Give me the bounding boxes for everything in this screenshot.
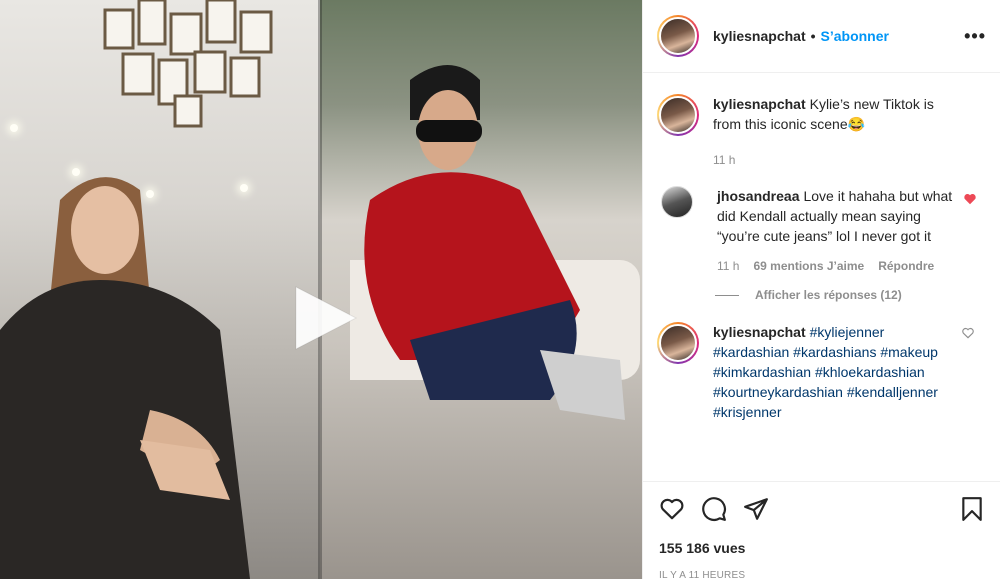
post-header: kyliesnapchat • S’abonner ••• — [643, 0, 1000, 73]
video-left-panel — [0, 0, 320, 579]
avatar[interactable] — [657, 15, 699, 57]
hashtag-link[interactable]: #kimkardashian — [713, 364, 811, 380]
play-icon[interactable] — [290, 283, 360, 353]
more-options-icon[interactable]: ••• — [964, 26, 986, 47]
hashtag-link[interactable]: #kendalljenner — [847, 384, 938, 400]
comment-author[interactable]: kyliesnapchat — [713, 324, 806, 340]
hashtag-link[interactable]: #kardashians — [793, 344, 876, 360]
share-icon[interactable] — [743, 496, 769, 522]
avatar[interactable] — [661, 186, 693, 218]
view-replies-label: Afficher les réponses (12) — [755, 288, 902, 302]
caption-author[interactable]: kyliesnapchat — [713, 96, 806, 112]
replies-line — [715, 294, 739, 296]
comment-item: jhosandreaa Love it hahaha but what did K… — [661, 186, 987, 274]
hashtag-link[interactable]: #kardashian — [713, 344, 789, 360]
person-left-image — [0, 177, 250, 579]
post-timestamp[interactable]: IL Y A 11 HEURES — [659, 570, 985, 579]
view-replies-button[interactable]: Afficher les réponses (12) — [715, 288, 987, 302]
reply-button[interactable]: Répondre — [878, 258, 934, 274]
comment-author[interactable]: jhosandreaa — [717, 188, 799, 204]
caption-time[interactable]: 11 h — [713, 152, 735, 168]
video-player[interactable] — [0, 0, 642, 579]
hashtag-link[interactable]: #khloekardashian — [815, 364, 925, 380]
caption: kyliesnapchat Kylie’s new Tiktok is from … — [657, 94, 987, 168]
chandelier-image — [103, 0, 273, 128]
follow-button[interactable]: S’abonner — [821, 28, 889, 44]
comment-likes[interactable]: 69 mentions J’aime — [753, 258, 864, 274]
comments-list[interactable]: kyliesnapchat Kylie’s new Tiktok is from … — [643, 74, 1000, 481]
view-count[interactable]: 155 186 vues — [659, 540, 985, 556]
ceiling-light — [10, 124, 18, 132]
hashtag-link[interactable]: #makeup — [880, 344, 938, 360]
post-sidebar: kyliesnapchat • S’abonner ••• kyliesnapc… — [642, 0, 1000, 579]
comment-item: kyliesnapchat #kyliejenner #kardashian #k… — [657, 322, 987, 422]
hashtag-link[interactable]: #krisjenner — [713, 404, 781, 420]
avatar[interactable] — [657, 94, 699, 136]
heart-icon[interactable] — [963, 192, 977, 206]
hashtag-link[interactable]: #kourtneykardashian — [713, 384, 843, 400]
actions-bar: 155 186 vues IL Y A 11 HEURES — [643, 481, 1000, 579]
avatar[interactable] — [657, 322, 699, 364]
instagram-post-frame: kyliesnapchat • S’abonner ••• kyliesnapc… — [0, 0, 1000, 579]
separator-dot: • — [810, 28, 816, 44]
heart-icon[interactable] — [659, 496, 685, 522]
heart-outline-icon[interactable] — [961, 326, 975, 340]
comment-time[interactable]: 11 h — [717, 258, 739, 274]
post-author-username[interactable]: kyliesnapchat — [713, 28, 806, 44]
comment-icon[interactable] — [701, 496, 727, 522]
hashtag-link[interactable]: #kyliejenner — [810, 324, 885, 340]
person-right-image — [350, 65, 640, 420]
bookmark-icon[interactable] — [959, 496, 985, 522]
